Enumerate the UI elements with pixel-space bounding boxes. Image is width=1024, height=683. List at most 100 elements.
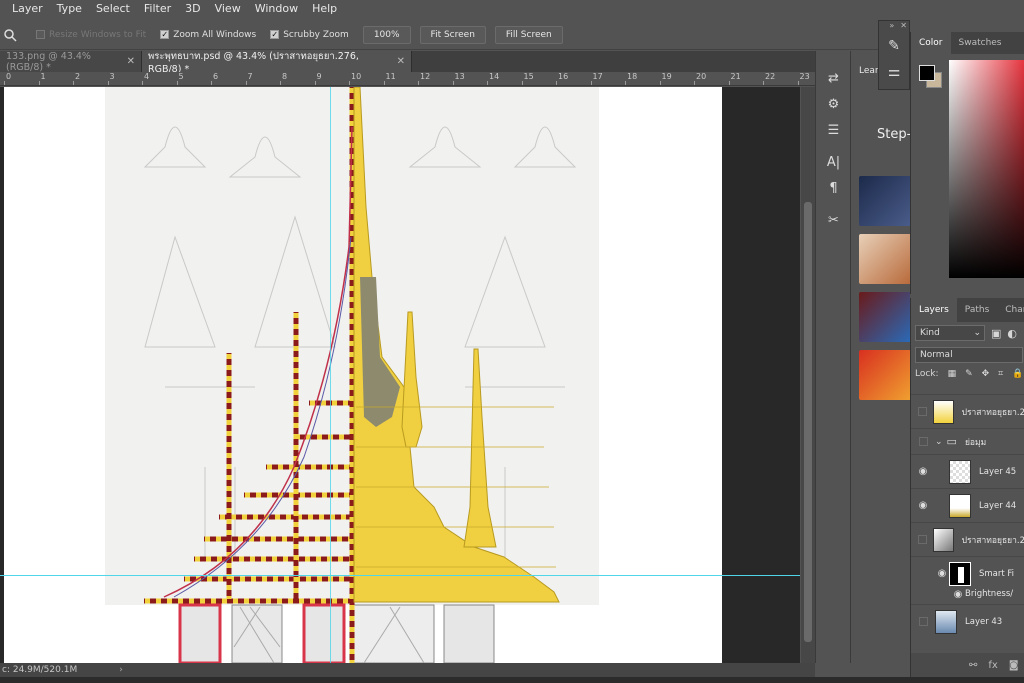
- tutorial-thumb-3[interactable]: [859, 292, 910, 342]
- eye-icon[interactable]: ◉: [935, 568, 949, 579]
- eye-icon[interactable]: ◉: [951, 589, 965, 600]
- scrubby-label: Scrubby Zoom: [283, 29, 349, 40]
- layer-row[interactable]: ◉ Layer 45: [911, 454, 1024, 488]
- scrubby-zoom-checkbox[interactable]: ✓ Scrubby Zoom: [270, 30, 349, 40]
- ruler-tick: [314, 81, 316, 85]
- foreground-color-swatch[interactable]: [919, 65, 935, 81]
- adjustment-row[interactable]: ◉ Brightness/: [911, 584, 1024, 604]
- lock-all-icon[interactable]: 🔒: [1012, 369, 1023, 379]
- tab-133-png[interactable]: 133.png @ 43.4% (RGB/8) * ✕: [0, 51, 142, 73]
- mask-icon[interactable]: ◙: [1009, 660, 1019, 671]
- layer-name: ปราสาทอยุธยา.2: [961, 407, 1024, 418]
- tab-color[interactable]: Color: [911, 32, 951, 54]
- menu-layer[interactable]: Layer: [12, 2, 43, 15]
- visibility-toggle[interactable]: [911, 617, 935, 626]
- ruler-tick: [763, 81, 764, 85]
- ruler-tick-label: 18: [627, 72, 638, 81]
- tab-swatches[interactable]: Swatches: [951, 32, 1010, 54]
- zoom-100-button[interactable]: 100%: [362, 25, 411, 44]
- tutorial-thumb-4[interactable]: [859, 350, 910, 400]
- layer-name: Layer 44: [979, 500, 1017, 511]
- link-icon[interactable]: ⚯: [969, 660, 977, 671]
- visibility-toggle[interactable]: [911, 437, 935, 446]
- document-canvas[interactable]: [4, 87, 722, 663]
- eye-icon[interactable]: ◉: [911, 500, 935, 511]
- menu-type[interactable]: Type: [57, 2, 82, 15]
- tab-channels[interactable]: Channe: [997, 298, 1024, 322]
- tab-layers[interactable]: Layers: [911, 298, 957, 322]
- paragraph-icon[interactable]: ¶: [816, 175, 851, 201]
- tab-main-psd[interactable]: พระพุทธบาท.psd @ 43.4% (ปราสาทอยุธยา.276…: [142, 50, 412, 75]
- tab-paths[interactable]: Paths: [957, 298, 997, 322]
- lock-move-icon[interactable]: ✥: [982, 369, 990, 379]
- layer-group-row[interactable]: ⌄ ▭ ย่อมุม: [911, 428, 1024, 454]
- lock-paint-icon[interactable]: ✎: [965, 369, 973, 379]
- menu-help[interactable]: Help: [312, 2, 337, 15]
- ruler-tick-label: 2: [75, 72, 81, 81]
- close-icon[interactable]: ✕: [900, 21, 907, 33]
- close-icon[interactable]: ✕: [397, 56, 405, 67]
- ruler-tick-label: 23: [799, 72, 810, 81]
- color-spectrum-picker[interactable]: [949, 60, 1024, 278]
- layer-row[interactable]: Layer 43: [911, 604, 1024, 638]
- menu-window[interactable]: Window: [255, 2, 298, 15]
- ruler-tick: [728, 81, 730, 85]
- layer-row[interactable]: ปราสาทอยุธยา.2: [911, 522, 1024, 556]
- canvas-workspace[interactable]: [0, 87, 800, 663]
- layer-row[interactable]: ปราสาทอยุธยา.2: [911, 394, 1024, 428]
- fx-icon[interactable]: fx: [988, 660, 997, 671]
- properties-icon[interactable]: ⚙: [816, 91, 851, 117]
- chevron-down-icon[interactable]: ⌄: [935, 437, 943, 447]
- zoom-tool-icon[interactable]: [2, 27, 18, 43]
- ruler-tick: [73, 81, 74, 85]
- ruler-tick-label: 19: [661, 72, 672, 81]
- menu-3d[interactable]: 3D: [185, 2, 200, 15]
- layer-row[interactable]: ◉ Layer 44: [911, 488, 1024, 522]
- ruler-tick: [625, 81, 626, 85]
- vertical-guide[interactable]: [330, 87, 331, 663]
- fit-screen-button[interactable]: Fit Screen: [419, 25, 486, 44]
- tab-label: พระพุทธบาท.psd @ 43.4% (ปราสาทอยุธยา.276…: [148, 50, 359, 75]
- panel-icon-dock: ⇄ ⚙ ☰ A| ¶ ✂: [815, 51, 850, 663]
- history-icon[interactable]: ⇄: [816, 65, 851, 91]
- blend-mode-select[interactable]: Normal: [915, 347, 1023, 363]
- collapse-icon[interactable]: »: [889, 21, 894, 33]
- visibility-toggle[interactable]: [911, 535, 933, 544]
- menu-select[interactable]: Select: [96, 2, 130, 15]
- close-icon[interactable]: ✕: [127, 56, 135, 67]
- visibility-toggle[interactable]: [911, 407, 933, 416]
- tutorial-thumb-2[interactable]: [859, 234, 910, 284]
- zoom-all-windows-checkbox[interactable]: ✓ Zoom All Windows: [160, 30, 256, 40]
- lock-transparency-icon[interactable]: ▦: [948, 369, 957, 379]
- lock-artboard-icon[interactable]: ⌗: [998, 369, 1003, 379]
- vertical-scrollbar[interactable]: [801, 87, 815, 663]
- chevron-right-icon[interactable]: ›: [119, 665, 123, 675]
- layers-panel: Layers Paths Channe Kind ⌄ ▣ ◐ Normal Lo…: [910, 298, 1024, 677]
- adjust-filter-icon[interactable]: ◐: [1007, 327, 1017, 340]
- kind-filter-select[interactable]: Kind ⌄: [915, 325, 985, 341]
- lock-label: Lock:: [915, 369, 939, 379]
- sliders-icon[interactable]: ⚌: [879, 59, 909, 85]
- horizontal-ruler[interactable]: 0 1 2 3 4 5 6 7 8 9 10 11 12 13 14 15 16 17 18 19 20 21 22 23: [0, 72, 815, 86]
- resize-windows-checkbox[interactable]: Resize Windows to Fit: [36, 30, 146, 40]
- layer-name: ปราสาทอยุธยา.2: [961, 535, 1024, 546]
- layers-footer: ⚯ fx ◙: [911, 653, 1024, 677]
- brush-icon[interactable]: ✎: [879, 33, 909, 59]
- layer-name: ย่อมุม: [964, 437, 987, 448]
- adjust-icon[interactable]: ☰: [816, 117, 851, 143]
- eye-icon[interactable]: ◉: [911, 466, 935, 477]
- menu-view[interactable]: View: [215, 2, 241, 15]
- menu-filter[interactable]: Filter: [144, 2, 171, 15]
- horizontal-guide[interactable]: [0, 575, 800, 576]
- tools-icon[interactable]: ✂: [816, 207, 851, 233]
- check-icon: ✓: [160, 30, 170, 39]
- character-icon[interactable]: A|: [816, 149, 851, 175]
- ruler-tick: [280, 81, 281, 85]
- ruler-tick-label: 0: [6, 72, 12, 81]
- scrollbar-thumb[interactable]: [804, 202, 812, 642]
- lock-row: Lock: ▦ ✎ ✥ ⌗ 🔒: [911, 363, 1024, 385]
- image-filter-icon[interactable]: ▣: [991, 327, 1001, 340]
- fill-screen-button[interactable]: Fill Screen: [494, 25, 563, 44]
- ruler-tick-label: 15: [523, 72, 534, 81]
- tutorial-thumb-1[interactable]: [859, 176, 910, 226]
